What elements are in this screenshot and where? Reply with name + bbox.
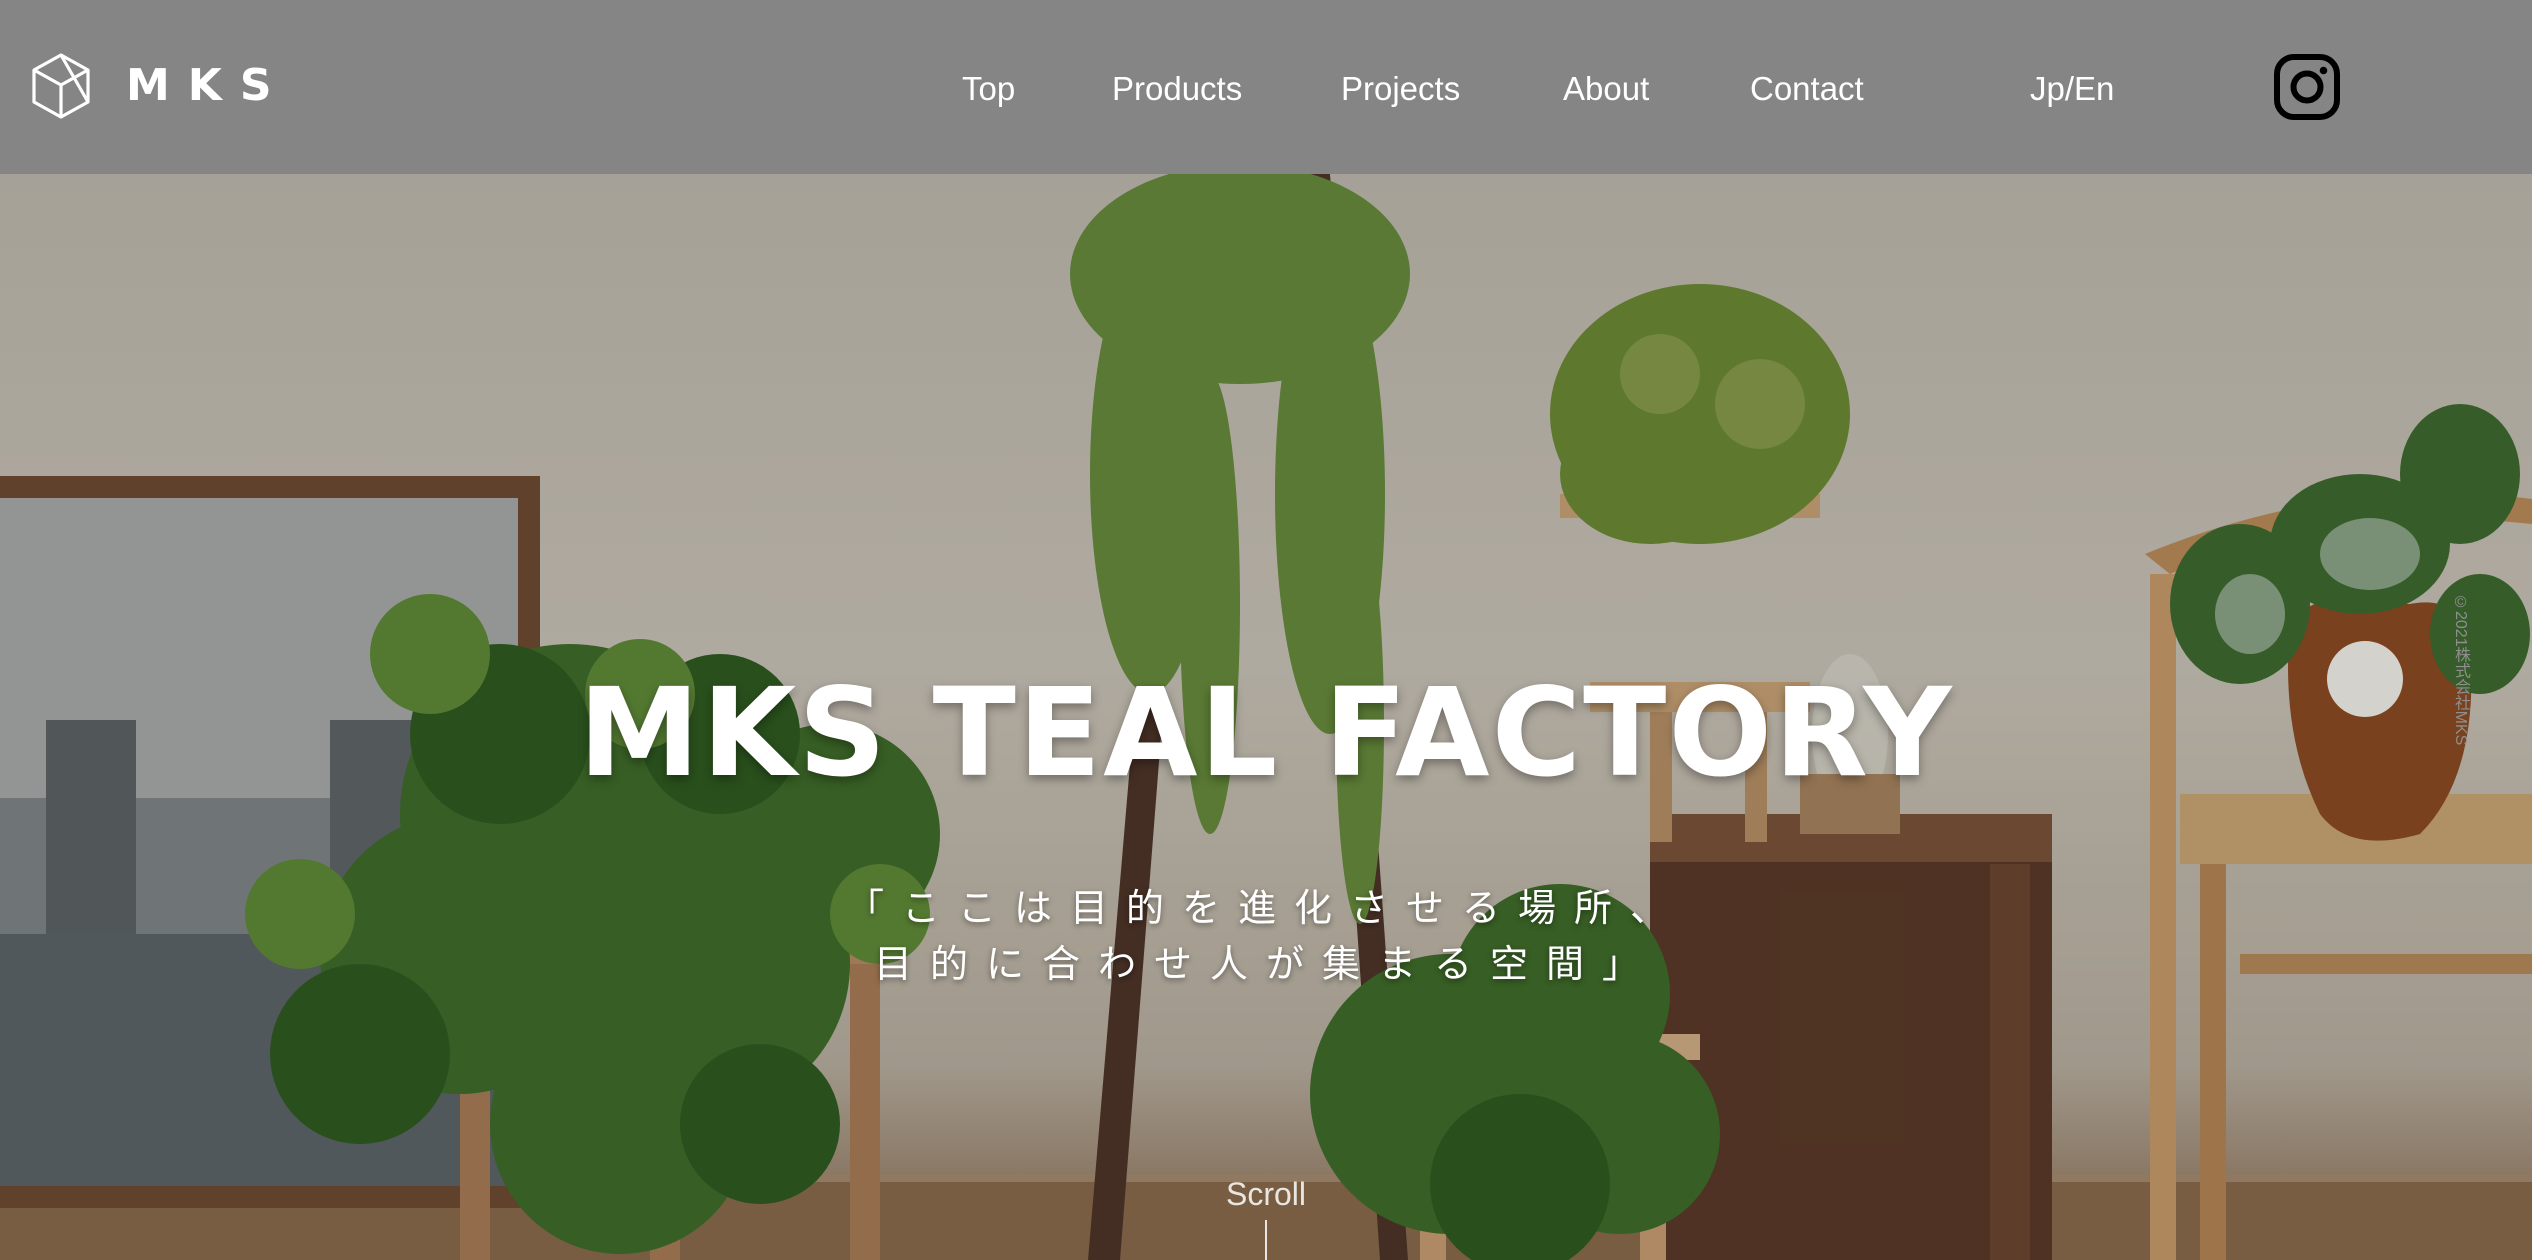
- page: MKS Top Products Projects About Contact …: [0, 0, 2532, 1260]
- hero-subtitle-line-1: 「ここは目的を進化させる場所、: [845, 886, 1686, 930]
- hero-subtitle-line-2: 目的に合わせ人が集まる空間」: [873, 942, 1658, 986]
- scroll-indicator-label[interactable]: Scroll: [0, 1174, 2532, 1214]
- hero-section: MKS TEAL FACTORY 「ここは目的を進化させる場所、 目的に合わせ人…: [0, 174, 2532, 1260]
- copyright-text: ©2021株式会社MKS: [2452, 594, 2469, 746]
- nav-item-contact[interactable]: Contact: [1750, 64, 1864, 114]
- main-nav: Top Products Projects About Contact Jp/E…: [0, 64, 2532, 114]
- language-switch[interactable]: Jp/En: [2030, 64, 2114, 114]
- scroll-indicator-line: [1265, 1220, 1267, 1260]
- instagram-icon[interactable]: [2273, 53, 2341, 121]
- hero-subtitle: 「ここは目的を進化させる場所、 目的に合わせ人が集まる空間」: [0, 880, 2532, 992]
- nav-item-projects[interactable]: Projects: [1341, 64, 1460, 114]
- nav-item-about[interactable]: About: [1563, 64, 1649, 114]
- nav-item-top[interactable]: Top: [962, 64, 1015, 114]
- hero-title: MKS TEAL FACTORY: [578, 661, 1954, 804]
- site-header: MKS Top Products Projects About Contact …: [0, 0, 2532, 174]
- nav-item-products[interactable]: Products: [1112, 64, 1242, 114]
